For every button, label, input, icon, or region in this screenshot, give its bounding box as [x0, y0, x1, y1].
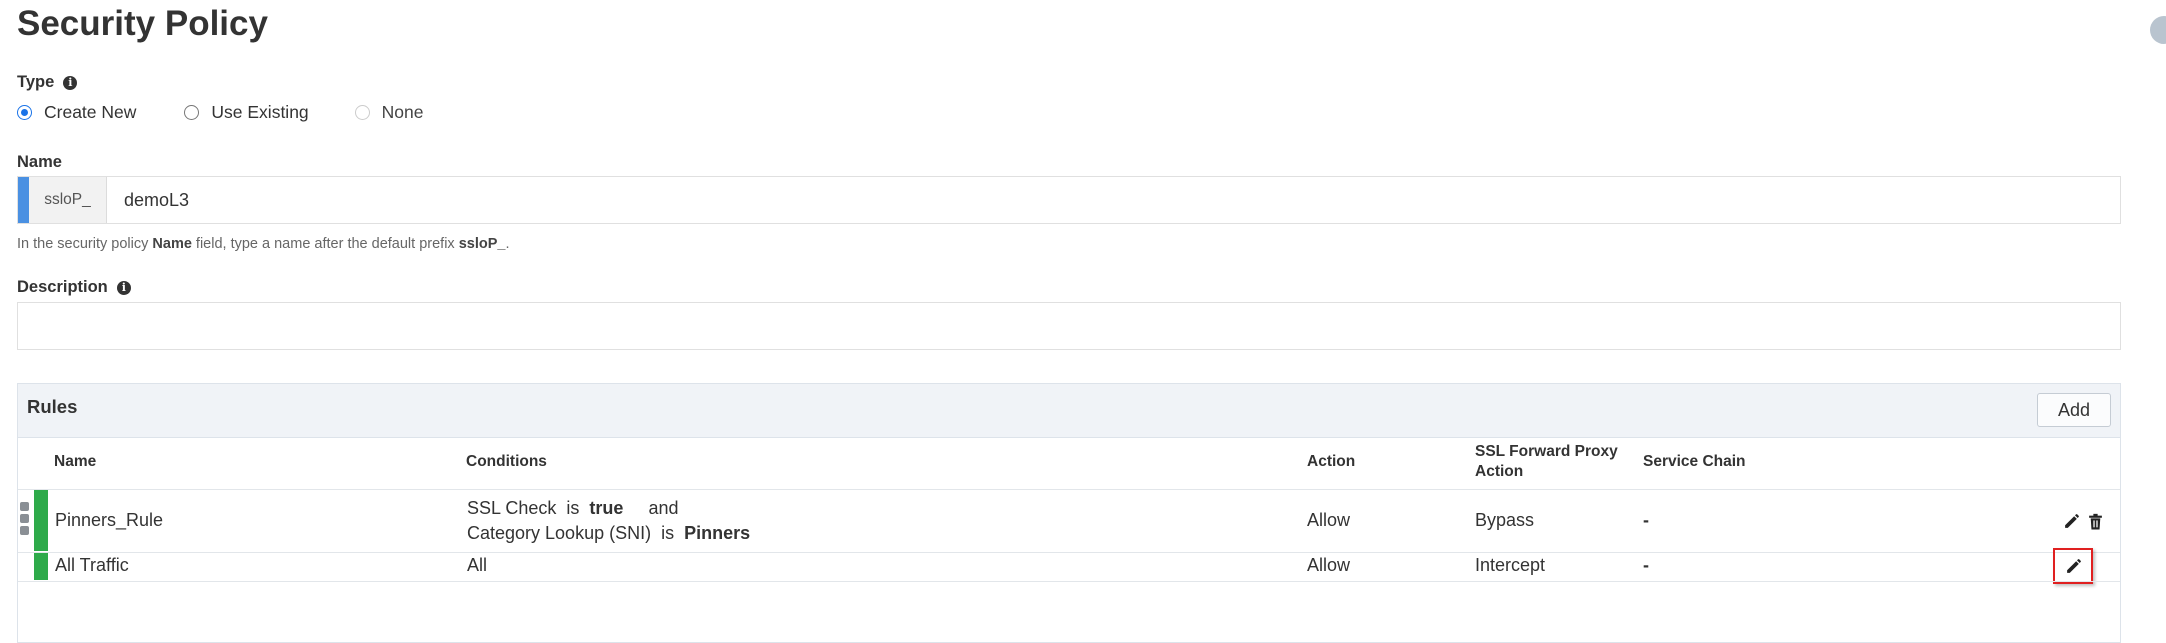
row-divider — [18, 552, 2120, 553]
description-input[interactable] — [17, 302, 2121, 350]
radio-label: None — [381, 102, 424, 122]
rule-conditions: All — [467, 555, 488, 575]
page-title: Security Policy — [17, 4, 268, 43]
rule-status-bar — [34, 490, 48, 551]
rule-status-bar — [34, 553, 48, 580]
rules-title: Rules — [27, 396, 78, 417]
column-header-conditions: Conditions — [466, 453, 547, 470]
column-header-ssl-forward-proxy-action: SSL Forward Proxy Action — [1475, 443, 1618, 480]
row-divider — [18, 581, 2120, 582]
rule-name: Pinners_Rule — [55, 510, 164, 530]
drag-handle-icon[interactable] — [20, 502, 30, 538]
rule-ssl-action: Bypass — [1475, 510, 1535, 530]
help-icon[interactable] — [2150, 16, 2166, 44]
name-help-text: In the security policy Name field, type … — [17, 236, 510, 252]
radio-button-checked[interactable] — [17, 105, 32, 120]
rule-service-chain: - — [1643, 510, 1649, 530]
description-label: Description — [17, 278, 108, 296]
rule-name: All Traffic — [55, 555, 129, 575]
column-header-action: Action — [1307, 453, 1356, 470]
add-rule-button[interactable]: Add — [2037, 393, 2111, 427]
description-label-row: Description i — [17, 278, 131, 297]
radio-create-new[interactable]: Create New — [17, 102, 136, 123]
column-header-name: Name — [54, 453, 97, 470]
rule-action: Allow — [1307, 555, 1351, 575]
rules-panel: Rules Add Name Conditions Action SSL For… — [17, 383, 2121, 643]
type-label-row: Type i — [17, 73, 78, 92]
rule-conditions: SSL Check is true and Category Lookup (S… — [467, 498, 751, 543]
column-header-service-chain: Service Chain — [1643, 453, 1746, 470]
type-label: Type — [17, 73, 55, 91]
rule-service-chain: - — [1643, 555, 1649, 575]
radio-none[interactable]: None — [354, 102, 424, 123]
info-icon[interactable]: i — [63, 76, 78, 90]
row-divider — [18, 489, 2120, 490]
rules-header: Rules Add — [18, 384, 2120, 438]
pencil-icon[interactable] — [2062, 555, 2084, 577]
radio-use-existing[interactable]: Use Existing — [184, 102, 309, 123]
info-icon[interactable]: i — [116, 281, 131, 295]
radio-button-disabled[interactable] — [354, 105, 370, 120]
radio-label: Create New — [44, 102, 137, 122]
name-accent-bar — [18, 177, 29, 223]
rule-ssl-action: Intercept — [1475, 555, 1546, 575]
pencil-icon[interactable] — [2060, 510, 2082, 532]
type-radio-group: Create New Use Existing None — [17, 102, 472, 123]
trash-icon[interactable] — [2084, 510, 2106, 532]
name-prefix: ssloP_ — [29, 177, 107, 223]
rule-action: Allow — [1307, 510, 1351, 530]
radio-button[interactable] — [184, 105, 200, 120]
name-input-group: ssloP_ — [17, 176, 2121, 224]
name-input[interactable] — [107, 177, 2120, 223]
radio-label: Use Existing — [211, 102, 309, 122]
name-label: Name — [17, 153, 62, 171]
